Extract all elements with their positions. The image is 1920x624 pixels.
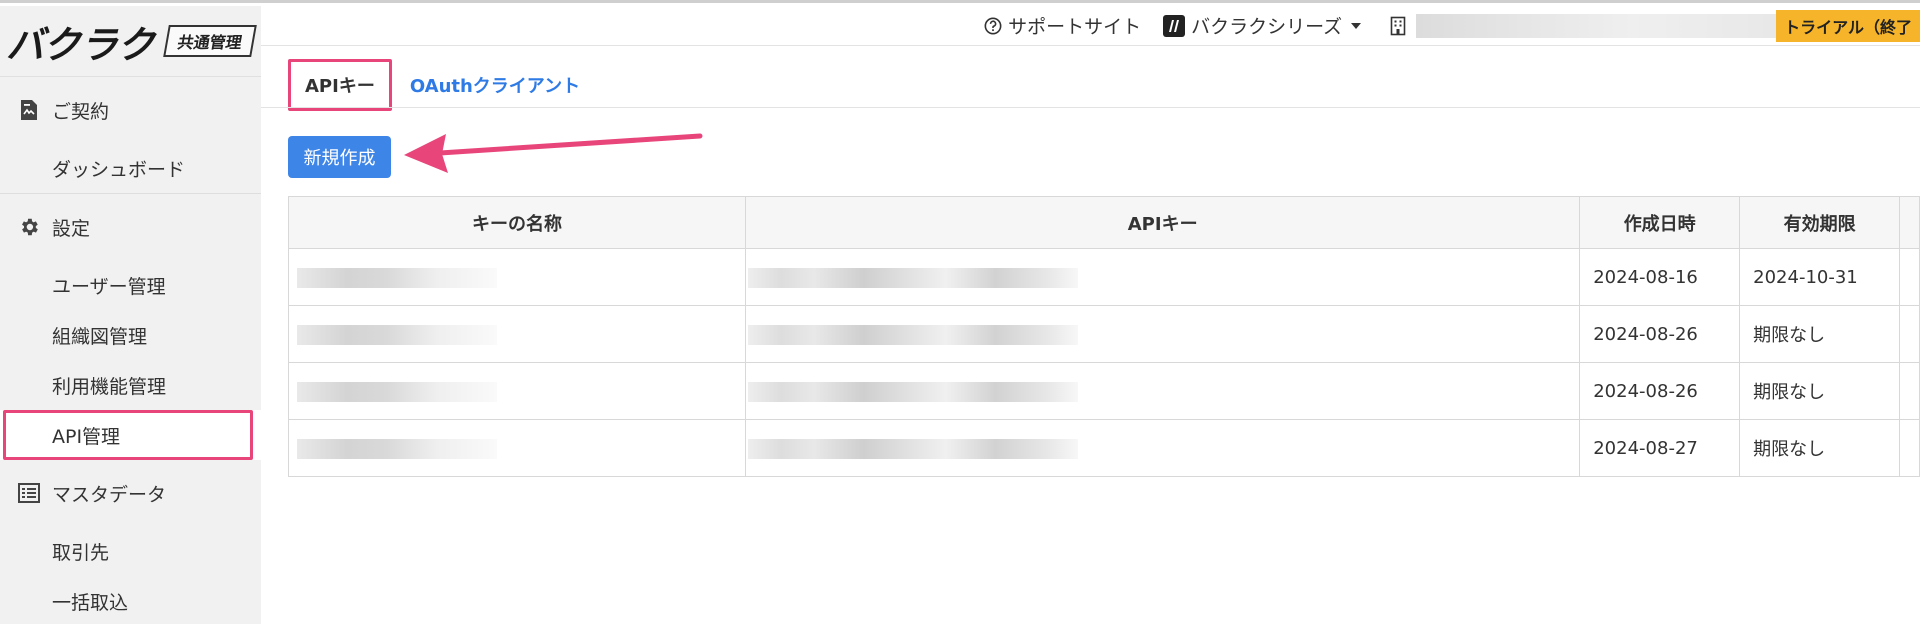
expiry-date: 期限なし xyxy=(1739,305,1901,363)
table-row[interactable]: 2024-08-26 期限なし xyxy=(287,362,1920,420)
table-row[interactable]: 2024-08-27 期限なし xyxy=(287,419,1920,477)
sidebar-item-label: 利用機能管理 xyxy=(52,375,167,398)
help-circle-icon xyxy=(984,17,1002,34)
create-new-button[interactable]: 新規作成 xyxy=(288,136,391,178)
highlight-box xyxy=(3,410,253,460)
trial-badge: トライアル（終了 xyxy=(1776,9,1920,42)
expiry-date: 期限なし xyxy=(1739,362,1901,420)
sidebar-item-label: 取引先 xyxy=(52,541,110,564)
api-key-redacted xyxy=(745,305,1581,363)
row-extra xyxy=(1899,305,1920,363)
organization-name-redacted xyxy=(1416,13,1777,38)
organization-switcher[interactable]: トライアル（終了 xyxy=(1390,9,1920,42)
contract-document-icon xyxy=(18,99,40,121)
sidebar-item-label: 一括取込 xyxy=(52,591,129,614)
sidebar-item-label: ユーザー管理 xyxy=(52,275,166,298)
sidebar-section-label: ご契約 xyxy=(52,100,110,123)
created-date: 2024-08-16 xyxy=(1579,248,1741,306)
list-icon xyxy=(18,482,40,504)
logo-area: バクラク 共通管理 xyxy=(0,6,261,77)
key-name-redacted xyxy=(287,305,747,363)
api-key-table: キーの名称 APIキー 作成日時 有効期限 2024-08-16 2024-10… xyxy=(287,196,1920,477)
api-key-redacted xyxy=(745,362,1581,420)
sidebar-item-label: ダッシュボード xyxy=(52,158,186,181)
tab-bar: APIキー OAuthクライアント xyxy=(288,59,594,111)
logo-badge: 共通管理 xyxy=(163,25,257,57)
column-header-created[interactable]: 作成日時 xyxy=(1579,196,1741,249)
sidebar-item-api[interactable]: API管理 xyxy=(0,410,261,460)
row-extra xyxy=(1899,419,1920,477)
sidebar-item-label: 組織図管理 xyxy=(52,325,148,348)
sidebar-section-contract[interactable]: ご契約 xyxy=(0,77,261,143)
column-header-key-name[interactable]: キーの名称 xyxy=(287,196,747,249)
sidebar-item-org-chart[interactable]: 組織図管理 xyxy=(0,310,261,360)
created-date: 2024-08-27 xyxy=(1579,419,1741,477)
support-site-label: サポートサイト xyxy=(1008,16,1142,38)
tab-oauth-client[interactable]: OAuthクライアント xyxy=(396,62,594,108)
sidebar: バクラク 共通管理 ご契約 ダッシュボード 設定 ユーザー管理 組織図管理 利用… xyxy=(0,6,261,624)
caret-down-icon xyxy=(1351,22,1362,29)
column-header-api-key[interactable]: APIキー xyxy=(745,196,1581,249)
sidebar-item-users[interactable]: ユーザー管理 xyxy=(0,260,261,310)
series-label: バクラクシリーズ xyxy=(1191,16,1343,38)
column-header-expires[interactable]: 有効期限 xyxy=(1739,196,1901,249)
bakuraku-app-icon xyxy=(1163,14,1186,37)
row-extra xyxy=(1899,362,1920,420)
sidebar-section-label: マスタデータ xyxy=(52,483,167,506)
table-row[interactable]: 2024-08-26 期限なし xyxy=(287,305,1920,363)
key-name-redacted xyxy=(287,419,747,477)
row-extra xyxy=(1899,248,1920,306)
gear-icon xyxy=(18,216,40,238)
annotation-arrow-icon xyxy=(404,133,703,173)
top-bar: サポートサイト バクラクシリーズ トライアル（終了 xyxy=(261,6,1920,46)
support-site-link[interactable]: サポートサイト xyxy=(984,12,1141,39)
api-key-redacted xyxy=(745,419,1581,477)
table-header-row: キーの名称 APIキー 作成日時 有効期限 xyxy=(287,196,1920,249)
sidebar-section-settings[interactable]: 設定 xyxy=(0,194,261,260)
tab-api-key[interactable]: APIキー xyxy=(288,59,392,111)
sidebar-item-bulk-import[interactable]: 一括取込 xyxy=(0,576,261,624)
sidebar-section-master-data[interactable]: マスタデータ xyxy=(0,460,261,526)
sidebar-item-features[interactable]: 利用機能管理 xyxy=(0,360,261,410)
key-name-redacted xyxy=(287,248,747,306)
expiry-date: 期限なし xyxy=(1739,419,1901,477)
building-icon xyxy=(1390,16,1406,35)
sidebar-item-vendors[interactable]: 取引先 xyxy=(0,526,261,576)
logo[interactable]: バクラク xyxy=(6,14,155,69)
api-key-redacted xyxy=(745,248,1581,306)
expiry-date: 2024-10-31 xyxy=(1739,248,1901,306)
created-date: 2024-08-26 xyxy=(1579,362,1741,420)
table-row[interactable]: 2024-08-16 2024-10-31 xyxy=(287,248,1920,306)
created-date: 2024-08-26 xyxy=(1579,305,1741,363)
key-name-redacted xyxy=(287,362,747,420)
divider xyxy=(261,107,1920,108)
sidebar-section-label: 設定 xyxy=(52,217,91,240)
series-menu[interactable]: バクラクシリーズ xyxy=(1163,12,1368,39)
column-header-extra xyxy=(1899,196,1920,249)
app-window: バクラク 共通管理 ご契約 ダッシュボード 設定 ユーザー管理 組織図管理 利用… xyxy=(0,0,1920,624)
sidebar-item-dashboard[interactable]: ダッシュボード xyxy=(0,143,261,193)
